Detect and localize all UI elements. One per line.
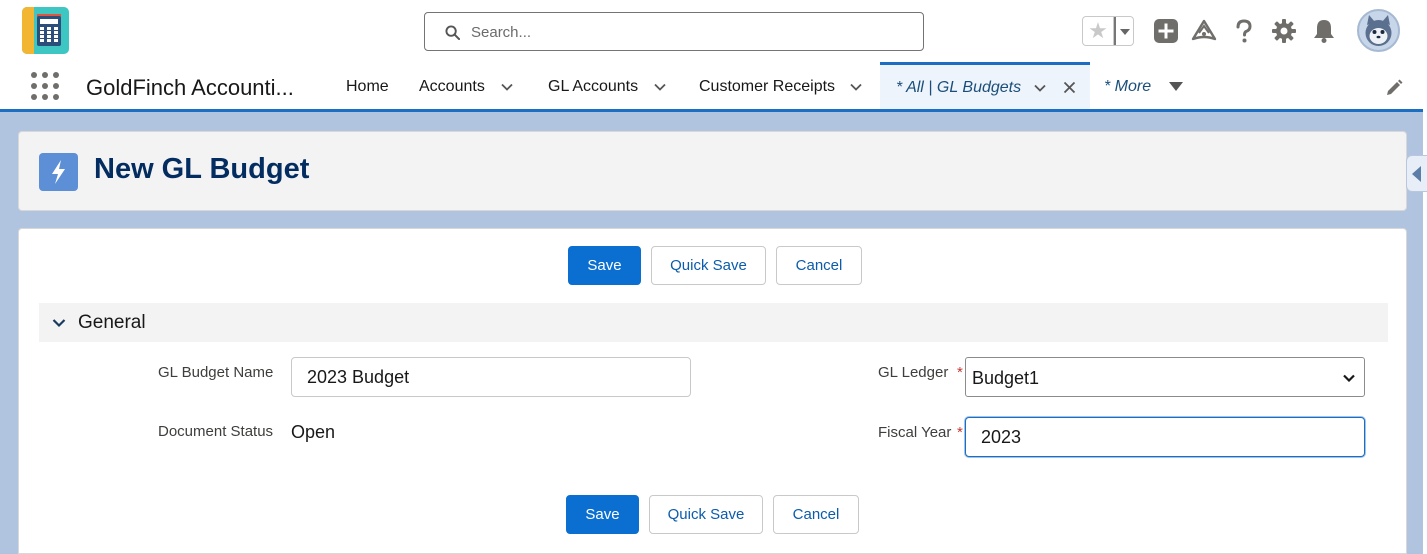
document-status-label: Document Status	[158, 423, 274, 440]
tab-accounts-label: Accounts	[419, 78, 485, 95]
window-edge	[1423, 0, 1427, 554]
avatar-character-icon	[1365, 15, 1392, 46]
tab-home-label: Home	[346, 78, 389, 95]
close-icon[interactable]	[1063, 81, 1076, 94]
tab-accounts[interactable]: Accounts	[419, 62, 529, 109]
favorites-star-icon[interactable]: ★	[1083, 17, 1113, 45]
page-title: New GL Budget	[94, 153, 310, 185]
help-icon[interactable]	[1231, 18, 1257, 44]
search-input[interactable]	[471, 21, 901, 43]
section-general-header[interactable]: General	[39, 303, 1388, 342]
more-dropdown-icon[interactable]	[1169, 82, 1183, 91]
favorites-dropdown-icon[interactable]	[1114, 17, 1134, 45]
save-button-bottom[interactable]: Save	[566, 495, 639, 534]
cancel-button-top[interactable]: Cancel	[776, 246, 862, 285]
gl-budget-name-label: GL Budget Name	[158, 364, 274, 381]
quick-save-button-top[interactable]: Quick Save	[651, 246, 766, 285]
trailhead-icon[interactable]	[1191, 18, 1217, 44]
user-avatar[interactable]	[1357, 9, 1400, 52]
tab-home[interactable]: Home	[346, 62, 406, 109]
setup-gear-icon[interactable]	[1271, 18, 1297, 44]
tab-gl-accounts-label: GL Accounts	[548, 78, 639, 95]
chevron-down-icon[interactable]	[654, 81, 666, 93]
calculator-icon	[37, 16, 61, 46]
notifications-bell-icon[interactable]	[1311, 18, 1337, 44]
chevron-down-icon[interactable]	[1034, 82, 1046, 94]
gl-ledger-selected-value: Budget1	[972, 368, 1040, 388]
app-name: GoldFinch Accounti...	[86, 75, 294, 100]
app-launcher-icon[interactable]	[31, 72, 59, 100]
quick-save-button-bottom[interactable]: Quick Save	[649, 495, 763, 534]
document-status-value: Open	[291, 422, 336, 442]
app-navigation-bar: GoldFinch Accounti... Home Accounts GL A…	[0, 62, 1427, 112]
lightning-bolt-icon	[39, 153, 78, 191]
edit-nav-pencil-icon[interactable]	[1385, 79, 1403, 97]
add-icon[interactable]	[1153, 18, 1179, 44]
page-header: New GL Budget	[18, 131, 1407, 211]
section-title: General	[78, 312, 146, 333]
favorites-control[interactable]: ★	[1082, 16, 1134, 46]
record-form: Save Quick Save Cancel General GL Budget…	[18, 228, 1407, 554]
global-search-box[interactable]	[424, 12, 924, 51]
side-panel-toggle[interactable]	[1406, 155, 1427, 192]
fiscal-year-label: Fiscal Year	[878, 424, 952, 441]
search-icon	[445, 25, 460, 40]
gl-ledger-label: GL Ledger	[878, 364, 949, 381]
logo-strip	[22, 7, 34, 54]
more-tabs-menu[interactable]: * More	[1104, 62, 1151, 112]
chevron-down-icon[interactable]	[52, 316, 66, 330]
gl-ledger-select[interactable]: Budget1	[965, 357, 1365, 397]
app-logo[interactable]	[22, 7, 69, 54]
chevron-down-icon[interactable]	[1342, 371, 1356, 385]
fiscal-year-required-mark: *	[957, 424, 963, 441]
gl-budget-name-input[interactable]	[291, 357, 691, 397]
tab-customer-receipts[interactable]: Customer Receipts	[699, 62, 869, 109]
tab-gl-budgets-label: * All | GL Budgets	[896, 79, 1022, 96]
cancel-button-bottom[interactable]: Cancel	[773, 495, 859, 534]
tab-gl-budgets[interactable]: * All | GL Budgets	[880, 62, 1090, 109]
tab-gl-accounts[interactable]: GL Accounts	[548, 62, 673, 109]
chevron-down-icon[interactable]	[850, 81, 862, 93]
save-button-top[interactable]: Save	[568, 246, 641, 285]
gl-ledger-required-mark: *	[957, 364, 963, 381]
fiscal-year-input[interactable]	[965, 417, 1365, 457]
tab-customer-receipts-label: Customer Receipts	[699, 78, 836, 95]
chevron-down-icon[interactable]	[501, 81, 513, 93]
